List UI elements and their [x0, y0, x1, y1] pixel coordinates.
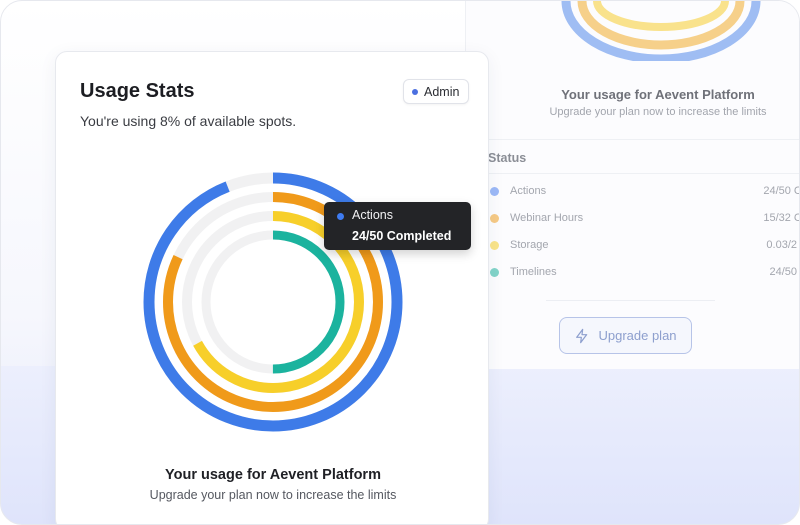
usage-stats-card: Usage Stats You're using 8% of available… — [55, 51, 489, 524]
status-label: Storage — [510, 239, 549, 251]
status-label: Timelines — [510, 266, 557, 278]
status-label: Webinar Hours — [510, 212, 584, 224]
back-usage-subtitle: Upgrade your plan now to increase the li… — [549, 106, 767, 118]
usage-rings-chart — [143, 172, 403, 432]
status-row-storage: Storage 0.03/2 C — [488, 238, 799, 254]
tooltip-dot-icon — [337, 213, 344, 220]
chart-tooltip: Actions 24/50 Completed — [324, 202, 471, 250]
status-row-webinar-hours: Webinar Hours 15/32 Co — [488, 211, 799, 227]
status-dot — [490, 187, 499, 196]
partial-usage-rings — [561, 1, 761, 61]
status-value: 24/50 Co — [763, 185, 799, 197]
divider — [466, 173, 799, 174]
usage-detail-card: Your usage for Aevent Platform Upgrade y… — [465, 1, 799, 369]
status-dot — [490, 241, 499, 250]
tooltip-value: 24/50 Completed — [352, 229, 452, 243]
status-value: 15/32 Co — [763, 212, 799, 224]
status-dot — [490, 214, 499, 223]
status-value: 0.03/2 C — [766, 239, 799, 251]
status-row-timelines: Timelines 24/50 C — [488, 265, 799, 281]
app-frame: Your usage for Aevent Platform Upgrade y… — [0, 0, 800, 525]
usage-footer-subtitle: Upgrade your plan now to increase the li… — [149, 488, 397, 502]
usage-footer-title: Your usage for Aevent Platform — [165, 467, 381, 483]
status-dot — [490, 268, 499, 277]
upgrade-plan-label: Upgrade plan — [598, 328, 677, 343]
status-heading: Status — [488, 151, 527, 165]
back-usage-title: Your usage for Aevent Platform — [561, 87, 755, 102]
upgrade-plan-button[interactable]: Upgrade plan — [559, 317, 692, 354]
tooltip-name: Actions — [352, 208, 393, 222]
status-row-actions: Actions 24/50 Co — [488, 184, 799, 200]
lightning-icon — [576, 328, 588, 343]
back-ring-storage — [593, 1, 729, 31]
divider — [546, 300, 715, 301]
divider — [466, 139, 799, 140]
status-label: Actions — [510, 185, 547, 197]
status-value: 24/50 C — [769, 266, 799, 278]
